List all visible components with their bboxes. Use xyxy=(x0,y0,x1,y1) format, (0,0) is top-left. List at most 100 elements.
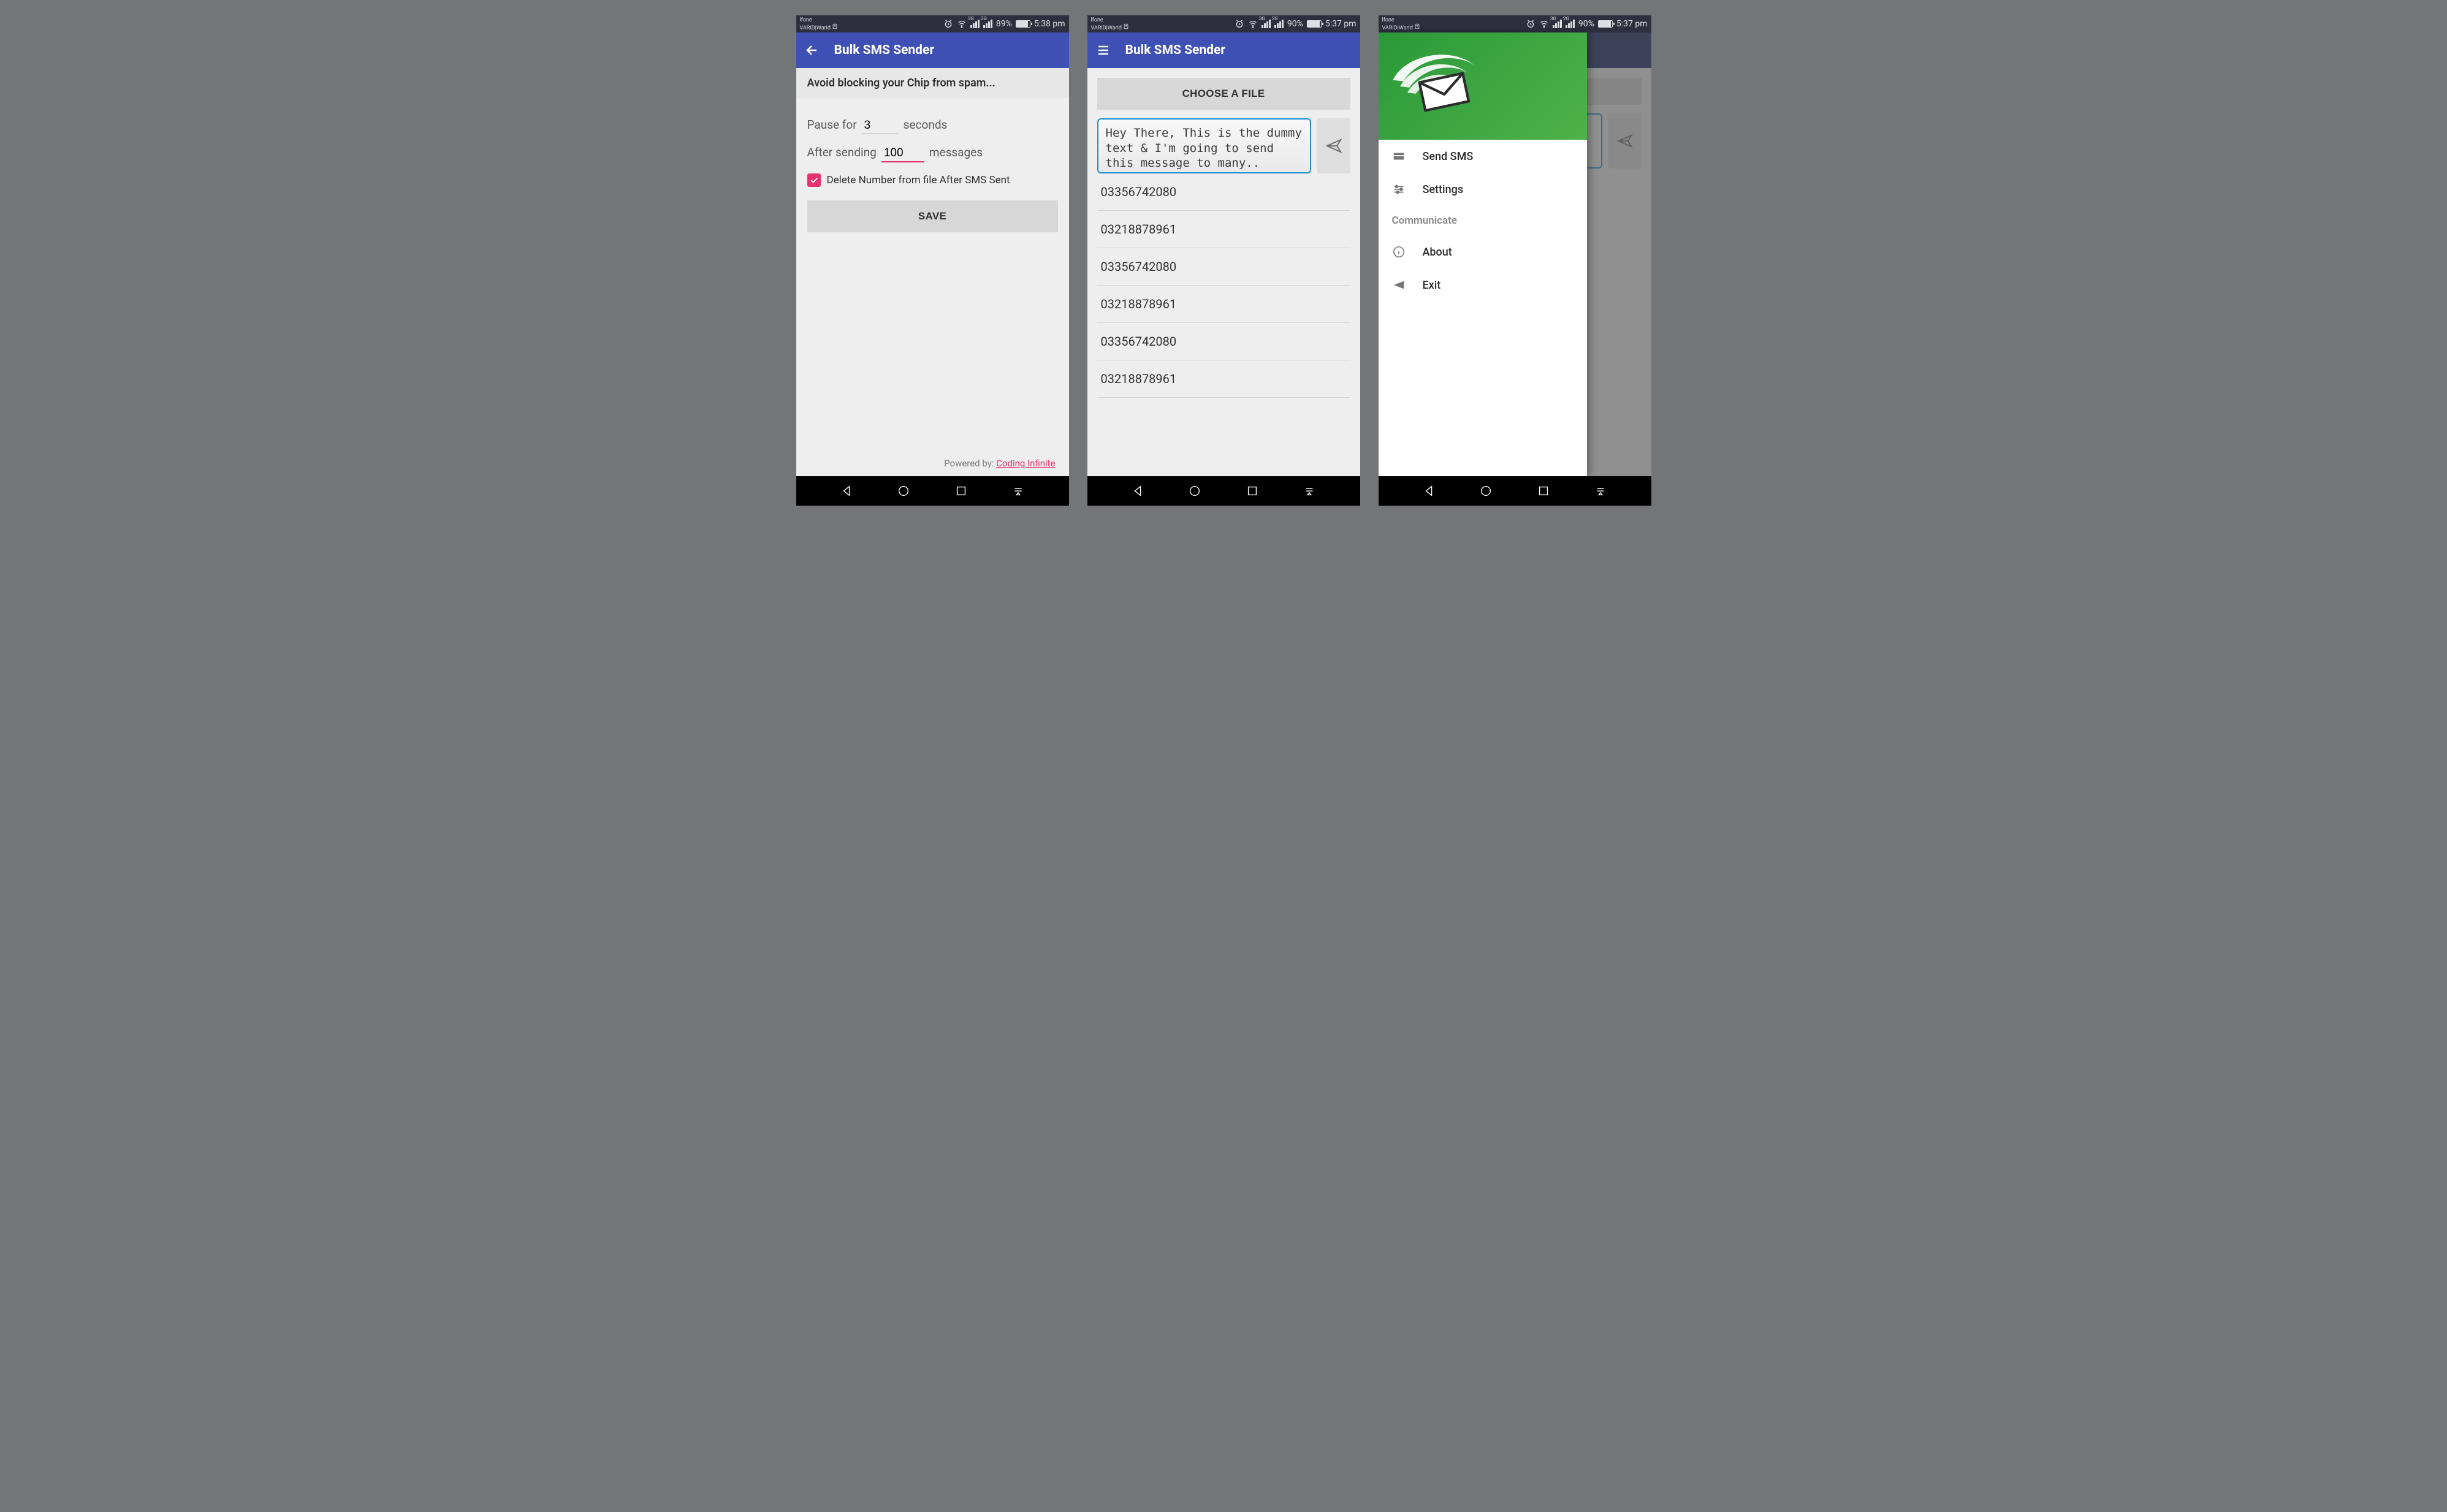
sim-icon xyxy=(1414,23,1420,29)
app-title: Bulk SMS Sender xyxy=(834,43,935,58)
nav-back-icon[interactable] xyxy=(840,484,853,498)
android-nav-bar xyxy=(796,476,1069,506)
nav-home-icon[interactable] xyxy=(897,484,910,498)
sim-icon xyxy=(1123,23,1129,29)
list-item[interactable]: 03218878961 xyxy=(1097,211,1350,248)
footer-credit: Powered by: Coding Infinite xyxy=(796,453,1069,474)
screen-drawer: lfone VARID|Warid 3G 2G 90% 5:37 pm xyxy=(1379,15,1651,506)
battery-icon xyxy=(1598,20,1613,28)
pause-seconds-input[interactable] xyxy=(862,118,899,134)
carrier-1: lfone xyxy=(1382,17,1421,23)
drawer-item-label: About xyxy=(1423,246,1452,259)
signal-1: 3G xyxy=(1262,20,1271,28)
wifi-icon xyxy=(1539,19,1549,29)
carrier-label: lfone VARID|Warid xyxy=(1382,17,1421,31)
battery-icon xyxy=(1307,20,1322,28)
delete-checkbox-row[interactable]: Delete Number from file After SMS Sent xyxy=(807,173,1058,187)
arrow-left-icon xyxy=(805,43,820,58)
wifi-icon xyxy=(1248,19,1258,29)
drawer-item-exit[interactable]: Exit xyxy=(1379,268,1587,302)
screen-settings: lfone VARID|Warid 3G 2G 89% 5:38 pm Bulk… xyxy=(796,15,1069,506)
nav-back-icon[interactable] xyxy=(1422,484,1436,498)
list-item[interactable]: 03356742080 xyxy=(1097,173,1350,211)
alarm-icon xyxy=(1235,19,1244,29)
pause-field-row: Pause for seconds xyxy=(807,118,1058,134)
carrier-label: lfone VARID|Warid xyxy=(800,17,839,31)
drawer-item-send-sms[interactable]: Send SMS xyxy=(1379,140,1587,173)
section-heading: Avoid blocking your Chip from spam... xyxy=(796,68,1069,98)
list-item[interactable]: 03218878961 xyxy=(1097,286,1350,323)
sms-icon xyxy=(1392,150,1406,163)
back-button[interactable] xyxy=(805,43,820,58)
after-prefix: After sending xyxy=(807,145,877,159)
nav-recent-icon[interactable] xyxy=(1246,484,1259,498)
nav-home-icon[interactable] xyxy=(1188,484,1201,498)
carrier-2: VARID|Warid xyxy=(800,25,831,31)
nav-drawer-icon[interactable] xyxy=(1303,484,1316,498)
choose-file-button[interactable]: CHOOSE A FILE xyxy=(1097,78,1350,110)
nav-drawer-icon[interactable] xyxy=(1594,484,1607,498)
info-icon xyxy=(1392,245,1406,259)
status-bar: lfone VARID|Warid 3G 2G 90% 5:37 pm xyxy=(1379,15,1651,32)
app-bar: Bulk SMS Sender xyxy=(1087,32,1360,68)
after-field-row: After sending messages xyxy=(807,145,1058,162)
footer-link[interactable]: Coding Infinite xyxy=(996,458,1055,469)
app-title: Bulk SMS Sender xyxy=(1125,43,1226,58)
after-count-input[interactable] xyxy=(881,145,924,162)
drawer-section-label: Communicate xyxy=(1379,206,1587,235)
nav-recent-icon[interactable] xyxy=(1537,484,1550,498)
battery-pct: 90% xyxy=(1578,19,1594,29)
drawer-item-label: Send SMS xyxy=(1423,150,1474,163)
signal-1: 3G xyxy=(1553,20,1562,28)
after-suffix: messages xyxy=(929,145,983,159)
signal-1: 3G xyxy=(970,20,980,28)
clock: 5:37 pm xyxy=(1325,19,1357,29)
carrier-1: lfone xyxy=(1091,17,1130,23)
drawer-item-label: Exit xyxy=(1423,279,1441,292)
nav-home-icon[interactable] xyxy=(1479,484,1493,498)
hamburger-button[interactable] xyxy=(1096,43,1111,58)
carrier-label: lfone VARID|Warid xyxy=(1091,17,1130,31)
signal-2: 2G xyxy=(983,20,992,28)
navigation-drawer: Send SMS Settings Communicate About Exit xyxy=(1379,32,1587,476)
drawer-item-about[interactable]: About xyxy=(1379,235,1587,268)
pause-suffix: seconds xyxy=(904,118,948,132)
checkbox-checked-icon[interactable] xyxy=(807,173,821,187)
send-icon xyxy=(1325,137,1343,155)
battery-pct: 90% xyxy=(1287,19,1303,29)
save-button[interactable]: SAVE xyxy=(807,200,1058,232)
status-bar: lfone VARID|Warid 3G 2G 89% 5:38 pm xyxy=(796,15,1069,32)
app-logo-icon xyxy=(1383,44,1488,129)
drawer-header xyxy=(1379,32,1587,140)
carrier-2: VARID|Warid xyxy=(1382,25,1413,31)
list-item[interactable]: 03356742080 xyxy=(1097,248,1350,286)
nav-back-icon[interactable] xyxy=(1131,484,1144,498)
signal-2: 2G xyxy=(1566,20,1575,28)
nav-drawer-icon[interactable] xyxy=(1011,484,1025,498)
status-bar: lfone VARID|Warid 3G 2G 90% 5:37 pm xyxy=(1087,15,1360,32)
drawer-item-label: Settings xyxy=(1423,183,1464,196)
checkbox-label: Delete Number from file After SMS Sent xyxy=(827,174,1010,186)
send-button[interactable] xyxy=(1317,118,1350,173)
list-item[interactable]: 03218878961 xyxy=(1097,360,1350,398)
footer-prefix: Powered by: xyxy=(944,458,996,469)
list-item[interactable]: 03356742080 xyxy=(1097,323,1350,360)
alarm-icon xyxy=(1526,19,1536,29)
signal-2: 2G xyxy=(1274,20,1284,28)
drawer-item-settings[interactable]: Settings xyxy=(1379,173,1587,206)
carrier-1: lfone xyxy=(800,17,839,23)
battery-icon xyxy=(1016,20,1030,28)
app-bar: Bulk SMS Sender xyxy=(796,32,1069,68)
message-input[interactable] xyxy=(1097,118,1311,173)
screen-compose: lfone VARID|Warid 3G 2G 90% 5:37 pm Bulk… xyxy=(1087,15,1360,506)
settings-icon xyxy=(1392,183,1406,196)
wifi-icon xyxy=(957,19,967,29)
exit-icon xyxy=(1392,278,1406,292)
clock: 5:37 pm xyxy=(1616,19,1648,29)
android-nav-bar xyxy=(1087,476,1360,506)
pause-prefix: Pause for xyxy=(807,118,857,132)
nav-recent-icon[interactable] xyxy=(954,484,968,498)
carrier-2: VARID|Warid xyxy=(1091,25,1122,31)
sim-icon xyxy=(832,23,838,29)
number-list: 0335674208003218878961033567420800321887… xyxy=(1097,173,1350,398)
